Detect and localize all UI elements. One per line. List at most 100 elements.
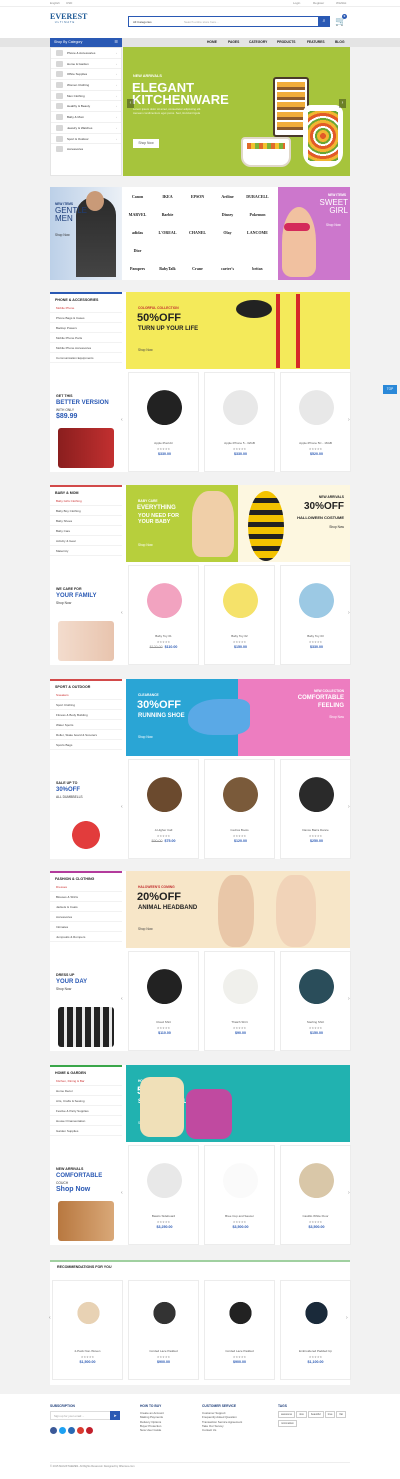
search-category-select[interactable]: All Categories — [133, 20, 152, 24]
section-link[interactable]: Intimates — [50, 922, 122, 932]
product-name[interactable]: Corded Lace Padded — [205, 1349, 274, 1353]
brand-logo[interactable] — [155, 243, 180, 258]
sidebar-item[interactable]: Healthy & Beauty › — [51, 101, 121, 113]
product-card[interactable]: Apple iPhone 5C - 16GB ★★★★★ $520.00 — [280, 372, 351, 472]
section-promo[interactable]: NEW ARRIVALS COMFORTABLE COUCH Shop Now — [50, 1137, 122, 1245]
section-link[interactable]: House Ornamentation — [50, 1116, 122, 1126]
search-input[interactable]: Search entire store here... — [184, 20, 219, 24]
brand-logo[interactable]: Barbie — [155, 207, 180, 222]
brand-logo[interactable]: Pokemon — [245, 207, 270, 222]
search-button[interactable]: ⌕ — [318, 16, 330, 27]
section-promo[interactable]: SALE UP TO 30%OFF ALL DUMBBELLS — [50, 751, 122, 859]
gentle-men-banner[interactable]: NEW ITEMS GENTLE MEN Shop Now — [50, 187, 122, 280]
section-link[interactable]: Baby Boy Clothing — [50, 506, 122, 516]
slider-prev-arrow[interactable]: ‹ — [127, 99, 134, 108]
brand-logo[interactable]: carter's — [215, 261, 240, 276]
brand-logo[interactable]: Artline — [215, 189, 240, 204]
product-card[interactable]: Corded Lace Padded ★★★★★ $900.00 — [204, 1280, 275, 1380]
section-promo[interactable]: WE CARE FOR YOUR FAMILY Shop Now — [50, 557, 122, 665]
brand-logo[interactable]: Olay — [215, 225, 240, 240]
cart-button[interactable]: 🛒 0 — [335, 14, 347, 28]
carousel-prev-arrow[interactable]: ‹ — [121, 1190, 123, 1196]
tag[interactable]: love — [324, 1411, 336, 1418]
login-link[interactable]: Login — [293, 1, 300, 5]
carousel-prev-arrow[interactable]: ‹ — [121, 610, 123, 616]
product-card[interactable]: Baby Toy 01 ★★★★★ $120.00 $110.00 — [128, 565, 199, 665]
brand-logo[interactable] — [185, 243, 210, 258]
gentle-men-link[interactable]: Shop Now — [55, 233, 70, 237]
tag[interactable]: nice — [296, 1411, 307, 1418]
product-name[interactable]: Baby Toy 01 — [129, 634, 198, 638]
section-promo[interactable]: GET THIS BETTER VERSION WITH ONLY $89.99 — [50, 364, 122, 472]
sidebar-item[interactable]: Women Clothing › — [51, 80, 121, 91]
brand-logo[interactable]: LANCOME — [245, 225, 270, 240]
brand-logo[interactable]: DURACELL — [245, 189, 270, 204]
section-link[interactable]: Festive & Party Supplies — [50, 1106, 122, 1116]
product-name[interactable]: Thatch Shirt — [205, 1020, 274, 1024]
tag[interactable]: awesome — [278, 1411, 296, 1418]
section-link[interactable]: Dresses — [50, 882, 122, 892]
section-link[interactable]: Home Decor — [50, 1086, 122, 1096]
section-link[interactable]: Kitchen, Dining & Bar — [50, 1076, 122, 1086]
linkedin-icon[interactable] — [67, 1427, 75, 1434]
nav-products[interactable]: PRODUCTS — [277, 40, 296, 44]
back-to-top-button[interactable]: TOP — [383, 385, 397, 394]
product-name[interactable]: A Higher Call — [129, 828, 198, 832]
product-name[interactable]: Bree Cup and Saucer — [205, 1214, 274, 1218]
section-link[interactable]: Maternity — [50, 546, 122, 556]
slider-next-arrow[interactable]: › — [339, 99, 346, 108]
section-link[interactable]: Baby Girls Clothing — [50, 496, 122, 506]
section-banner[interactable]: HOME DECORATION50%OFFSLEEPY OWL CUSHIONS… — [126, 1065, 350, 1142]
logo[interactable]: EVEREST ULTIMATE — [50, 12, 87, 30]
brand-logo[interactable]: Canon — [125, 189, 150, 204]
carousel-next-arrow[interactable]: › — [346, 1315, 348, 1321]
product-name[interactable]: Apple iPad Air — [129, 441, 198, 445]
brand-logo[interactable]: Crane — [185, 261, 210, 276]
brand-logo[interactable]: Pampers — [125, 261, 150, 276]
section-link[interactable]: Sport Clothing — [50, 700, 122, 710]
brand-logo[interactable]: CHANEL — [185, 225, 210, 240]
carousel-next-arrow[interactable]: › — [348, 996, 350, 1002]
google-plus-icon[interactable] — [76, 1427, 84, 1434]
product-name[interactable]: Dance Barra Dance — [281, 828, 350, 832]
product-name[interactable]: Cedros Boots — [205, 828, 274, 832]
section-link[interactable]: Mobile Phone — [50, 303, 122, 313]
product-name[interactable]: 2-Pack Non-Woven — [53, 1349, 122, 1353]
nav-category[interactable]: CATEGORY — [249, 40, 267, 44]
section-banner[interactable]: BABY CARE EVERYTHING YOU NEED FOR YOUR BAB… — [126, 485, 350, 562]
brand-logo[interactable]: britax — [245, 261, 270, 276]
nav-blog[interactable]: BLOG — [335, 40, 345, 44]
carousel-prev-arrow[interactable]: ‹ — [121, 996, 123, 1002]
section-banner[interactable]: CLEARANCE 30%OFF RUNNING SHOE Shop Now NEW C… — [126, 679, 350, 756]
section-link[interactable]: Roller, Skate board & Scooters — [50, 730, 122, 740]
section-link[interactable]: Sports Bags — [50, 740, 122, 750]
brand-logo[interactable]: L'OREAL — [155, 225, 180, 240]
product-name[interactable]: Castillo White Floor — [281, 1214, 350, 1218]
brand-logo[interactable]: adidas — [125, 225, 150, 240]
brand-logo[interactable]: BabyTalk — [155, 261, 180, 276]
section-link[interactable]: Jackets & Coats — [50, 902, 122, 912]
section-promo[interactable]: DRESS UP YOUR DAY Shop Now — [50, 943, 122, 1051]
section-banner[interactable]: COLORFUL COLLECTION 50%OFF TURN UP YOUR LI… — [126, 292, 350, 369]
product-card[interactable]: Bree Cup and Saucer ★★★★★ $3,500.00 — [204, 1145, 275, 1245]
footer-link[interactable]: Contact Us — [202, 1428, 272, 1432]
facebook-icon[interactable] — [50, 1427, 57, 1434]
product-name[interactable]: Embroidered Padded Up — [281, 1349, 350, 1353]
carousel-prev-arrow[interactable]: ‹ — [121, 804, 123, 810]
carousel-prev-arrow[interactable]: ‹ — [121, 417, 123, 423]
hero-shop-now-button[interactable]: Shop Now — [133, 139, 159, 148]
register-link[interactable]: Register — [313, 1, 324, 5]
section-link[interactable]: Arts, Crafts & Sewing — [50, 1096, 122, 1106]
product-card[interactable]: Embroidered Padded Up ★★★★★ $1,100.00 — [280, 1280, 351, 1380]
brand-logo[interactable] — [245, 243, 270, 258]
product-name[interactable]: Sterling Shirt — [281, 1020, 350, 1024]
sidebar-item[interactable]: Men Clothing › — [51, 91, 121, 102]
section-link[interactable]: Garden Supplies — [50, 1126, 122, 1136]
sidebar-item[interactable]: Phone & Accessories › — [51, 48, 121, 59]
brand-logo[interactable]: IKEA — [155, 189, 180, 204]
section-link[interactable]: Fitness & Body Building — [50, 710, 122, 720]
brand-logo[interactable]: Dior — [125, 243, 150, 258]
product-name[interactable]: Baby Toy 02 — [205, 634, 274, 638]
section-link[interactable]: Mobile Phone Parts — [50, 333, 122, 343]
section-link[interactable]: Baby Shoes — [50, 516, 122, 526]
